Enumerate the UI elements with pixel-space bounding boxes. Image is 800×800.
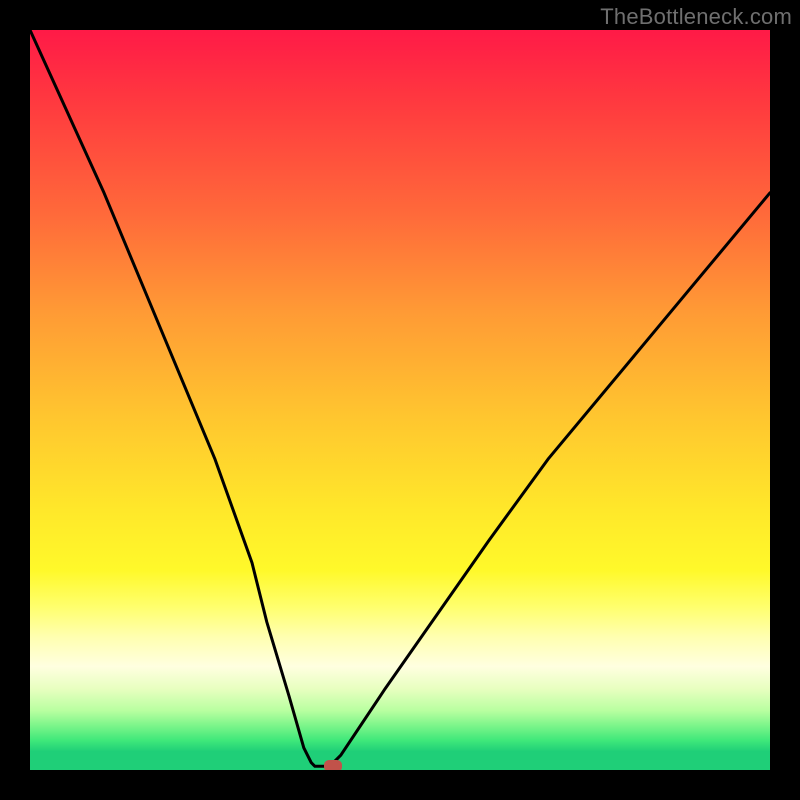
optimal-marker <box>324 760 342 770</box>
curve-svg <box>30 30 770 770</box>
chart-frame: TheBottleneck.com <box>0 0 800 800</box>
bottleneck-curve-path <box>30 30 770 766</box>
watermark-text: TheBottleneck.com <box>600 4 792 30</box>
plot-area <box>30 30 770 770</box>
